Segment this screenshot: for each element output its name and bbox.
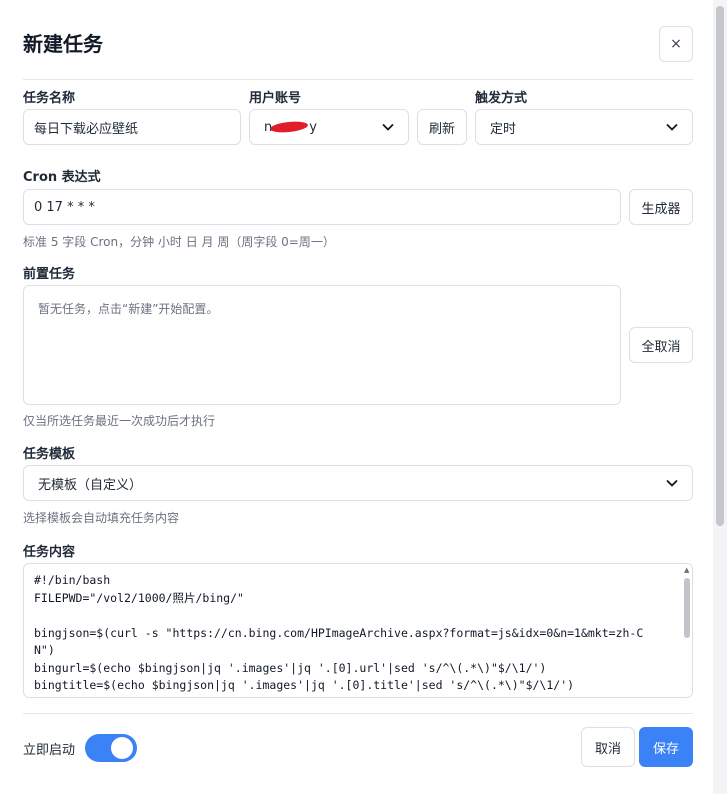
close-icon: × [670, 36, 682, 52]
start-now-label: 立即启动 [23, 743, 76, 758]
redaction-mark [269, 120, 309, 134]
pre-task-hint: 仅当所选任务最近一次成功后才执行 [23, 414, 216, 428]
pre-task-list[interactable]: 暂无任务，点击“新建”开始配置。 [23, 285, 621, 405]
template-hint: 选择模板会自动填充任务内容 [23, 511, 180, 525]
dialog-title: 新建任务 [23, 32, 103, 56]
cron-input[interactable]: 0 17 * * * [23, 189, 621, 225]
cancel-all-button[interactable]: 全取消 [629, 327, 693, 363]
page-scrollbar[interactable] [713, 0, 727, 794]
task-name-input[interactable]: 每日下载必应壁纸 [23, 109, 241, 145]
cancel-button[interactable]: 取消 [581, 727, 635, 767]
trigger-select[interactable]: 定时 [475, 109, 693, 145]
template-label: 任务模板 [23, 447, 76, 462]
task-content-editor[interactable]: #!/bin/bash FILEPWD="/vol2/1000/照片/bing/… [23, 563, 693, 698]
code-line: bingjson=$(curl -s "https://cn.bing.com/… [34, 625, 644, 658]
code-line: bingurl=$(echo $bingjson|jq '.images'|jq… [34, 660, 547, 675]
code-line: FILEPWD="/vol2/1000/照片/bing/" [34, 590, 244, 605]
user-account-select[interactable]: ny [249, 109, 409, 145]
user-account-value-suffix: y [309, 119, 317, 135]
user-account-value: ny [264, 120, 317, 135]
task-name-value: 每日下载必应壁纸 [34, 121, 139, 137]
refresh-button[interactable]: 刷新 [417, 109, 467, 145]
code-line: #!/bin/bash [34, 573, 111, 587]
footer-divider [23, 713, 693, 714]
toggle-knob [111, 737, 133, 759]
cron-hint: 标准 5 字段 Cron，分钟 小时 日 月 周（周字段 0=周一） [23, 235, 335, 249]
code-scrollbar-thumb[interactable] [684, 578, 690, 638]
scroll-up-icon: ▲ [684, 566, 690, 574]
chevron-down-icon [382, 120, 394, 134]
close-button[interactable]: × [659, 26, 693, 62]
pre-task-empty-text: 暂无任务，点击“新建”开始配置。 [38, 302, 219, 316]
trigger-value: 定时 [490, 121, 517, 137]
save-button[interactable]: 保存 [639, 727, 693, 767]
start-now-toggle[interactable] [85, 734, 137, 762]
template-select[interactable]: 无模板（自定义） [23, 465, 693, 501]
code-scrollbar[interactable]: ▲ [682, 564, 692, 696]
pre-task-label: 前置任务 [23, 267, 76, 282]
template-value: 无模板（自定义） [38, 477, 143, 493]
chevron-down-icon [666, 476, 678, 490]
user-account-label: 用户账号 [249, 91, 302, 106]
chevron-down-icon [666, 120, 678, 134]
trigger-label: 触发方式 [475, 91, 528, 106]
cron-value: 0 17 * * * [34, 199, 95, 215]
content-label: 任务内容 [23, 545, 76, 560]
cron-label: Cron 表达式 [23, 170, 101, 185]
generator-button[interactable]: 生成器 [629, 189, 693, 225]
page-scrollbar-thumb[interactable] [716, 6, 724, 526]
header-divider [23, 79, 693, 80]
task-name-label: 任务名称 [23, 91, 76, 106]
code-line: bingtitle=$(echo $bingjson|jq '.images'|… [34, 678, 575, 692]
new-task-dialog: 新建任务 × 任务名称 用户账号 触发方式 每日下载必应壁纸 ny 刷新 定时 … [0, 0, 712, 794]
